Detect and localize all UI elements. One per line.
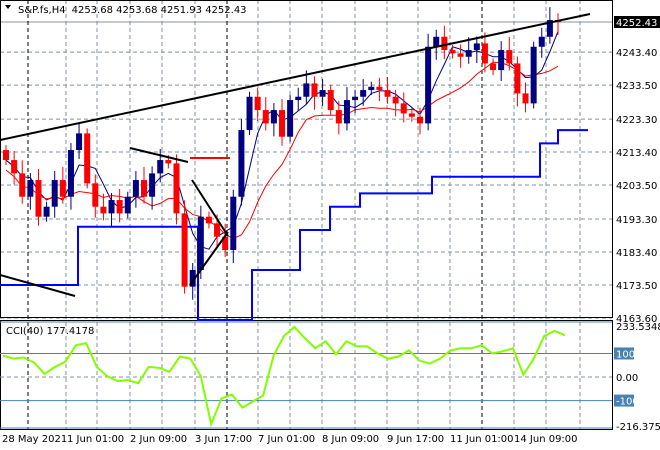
candle-body — [270, 110, 277, 124]
time-label: 1 Jun 01:00 — [67, 434, 124, 445]
candle-body — [230, 196, 237, 251]
candle-body — [92, 183, 99, 207]
cci-axis-label: 0.00 — [616, 373, 638, 384]
time-label: 2 Jun 09:00 — [130, 434, 187, 445]
candle-body — [408, 113, 415, 117]
candle-body — [59, 180, 66, 197]
time-label: 28 May 2021 — [2, 434, 67, 445]
candle-body — [11, 160, 18, 174]
candle-body — [433, 36, 440, 47]
candle-body — [181, 213, 188, 287]
candle-body — [368, 86, 375, 91]
price-tick-label: 4243.40 — [616, 48, 657, 59]
candle-body — [35, 180, 42, 217]
candle-body — [376, 86, 383, 91]
candle-body — [262, 110, 269, 124]
time-label: 11 Jun 01:00 — [450, 434, 514, 445]
candle-body — [27, 180, 34, 197]
candle-body — [157, 160, 164, 174]
candle-body — [352, 96, 359, 101]
time-label: 3 Jun 17:00 — [195, 434, 252, 445]
candle-body — [457, 53, 464, 57]
price-tick-label: 4173.50 — [616, 281, 657, 292]
time-label: 7 Jun 01:00 — [258, 434, 315, 445]
candle-body — [116, 200, 123, 214]
price-tick-label: 4213.40 — [616, 148, 657, 159]
candle-body — [165, 160, 172, 164]
candle-body — [51, 180, 58, 207]
candle-body — [173, 163, 180, 214]
candle-body — [327, 90, 334, 111]
cci-axis-label: 233.5348 — [616, 322, 660, 333]
candle-body — [214, 223, 221, 237]
candle-body — [67, 150, 74, 197]
candle-body — [360, 90, 367, 97]
chart-canvas[interactable]: 4243.40 4233.50 4223.30 4213.40 4203.50 4193.… — [0, 0, 660, 450]
cci-axis-label: -100 — [616, 397, 639, 408]
chart-header: S&P.fs,H4 4253.68 4253.68 4251.93 4252.43 — [18, 5, 247, 16]
candle-body — [538, 36, 545, 47]
candle-body — [506, 50, 513, 64]
chart-window[interactable]: 4243.40 4233.50 4223.30 4213.40 4203.50 4193.… — [0, 0, 660, 450]
candle-body — [246, 96, 253, 131]
price-tick-label: 4233.50 — [616, 81, 657, 92]
candle-body — [514, 63, 521, 94]
candle-body — [400, 103, 407, 114]
candle-body — [100, 206, 107, 214]
candle-body — [303, 83, 310, 97]
candle-body — [132, 180, 139, 197]
candle-body — [287, 100, 294, 137]
candle-body — [465, 50, 472, 57]
candle-body — [441, 36, 448, 51]
candle-body — [522, 93, 529, 104]
candle-body — [490, 63, 497, 71]
candle-body — [149, 173, 156, 197]
cci-axis-label: 100 — [616, 349, 635, 360]
candle-body — [392, 96, 399, 104]
cci-axis-label: -216.3753 — [616, 422, 660, 433]
candle-body — [319, 90, 326, 97]
candle-body — [141, 180, 147, 197]
candle-body — [295, 96, 302, 101]
candle-body — [279, 110, 285, 137]
price-tick-label: 4193.30 — [616, 215, 657, 226]
cci-line — [2, 325, 566, 428]
price-tick-label: 4203.50 — [616, 181, 657, 192]
candle-body — [205, 216, 212, 224]
candle-body — [384, 90, 391, 97]
last-price-label: 4252.43 — [616, 18, 657, 29]
candle-body — [481, 43, 488, 64]
price-tick-label: 4183.40 — [616, 248, 657, 259]
trendline-triangle[interactable] — [189, 231, 229, 286]
candle-body — [311, 83, 318, 97]
candle-body — [417, 116, 423, 124]
price-tick-label: 4223.30 — [616, 115, 657, 126]
candle-body — [108, 200, 115, 214]
candle-body — [197, 216, 204, 271]
collapse-arrow-icon[interactable] — [5, 5, 11, 9]
candle-body — [473, 43, 480, 51]
candle-body — [238, 130, 245, 197]
trendline-short[interactable] — [129, 147, 189, 163]
candle-body — [530, 46, 537, 104]
time-label: 14 Jun 09:00 — [514, 434, 578, 445]
candle-body — [124, 196, 131, 214]
candle-body — [343, 100, 350, 124]
time-label: 9 Jun 17:00 — [387, 434, 444, 445]
cci-label: CCI(40) 177.4178 — [6, 326, 94, 337]
candle-body — [335, 110, 342, 124]
candle-body — [76, 133, 83, 151]
candle-body — [449, 50, 456, 54]
price-panel-border — [0, 0, 613, 318]
candle-body — [3, 150, 9, 161]
candle-body — [254, 96, 261, 111]
candle-body — [84, 133, 91, 184]
candle-body — [19, 173, 26, 197]
candle-body — [498, 50, 505, 71]
time-label: 8 Jun 09:00 — [322, 434, 379, 445]
candle-body — [425, 46, 432, 124]
candle-body — [43, 206, 50, 217]
